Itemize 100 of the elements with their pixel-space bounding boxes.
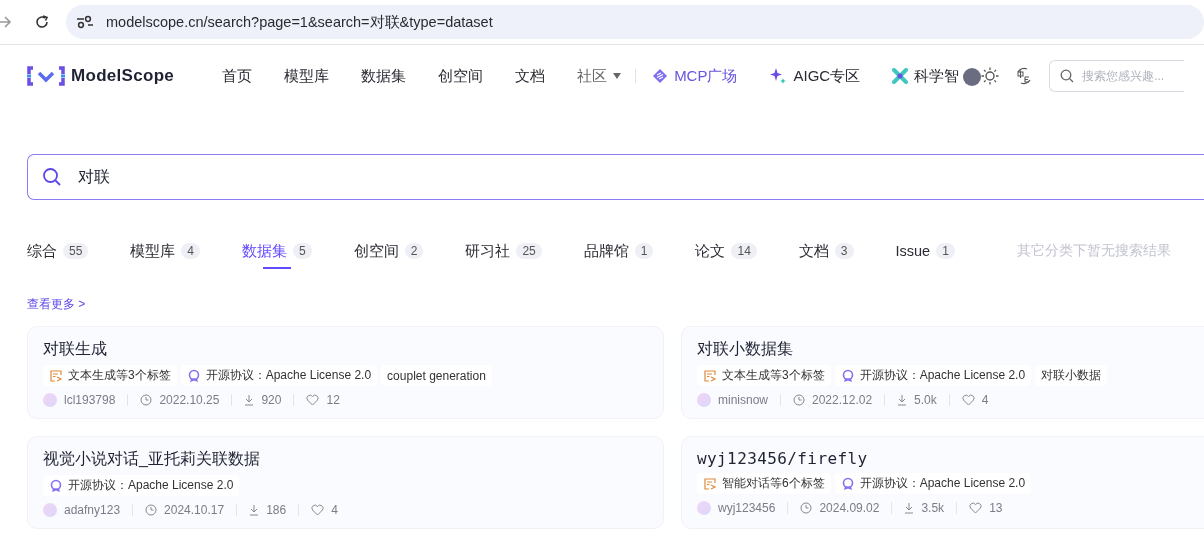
date: 2022.12.02 [812, 393, 873, 407]
tab[interactable]: 综合 55 [27, 235, 89, 267]
new-badge [963, 67, 982, 86]
search-query: 对联 [78, 166, 110, 187]
clock-icon [793, 394, 805, 406]
category-tag: 文本生成等3个标签 [43, 365, 177, 386]
tab[interactable]: 创空间 2 [353, 235, 424, 267]
nav-link[interactable]: 科学智 [914, 66, 960, 84]
download-count: 920 [261, 393, 282, 407]
count-badge: 2 [404, 243, 424, 259]
nav-link[interactable]: 模型库 [284, 66, 330, 86]
tag-list-icon [49, 368, 63, 383]
author-name: adafny123 [64, 503, 121, 517]
date: 2024.10.17 [164, 503, 225, 517]
count-badge: 25 [516, 243, 542, 259]
count-badge: 4 [181, 243, 201, 259]
author-name: minisnow [718, 393, 768, 407]
download-icon [897, 394, 908, 406]
download-icon [904, 502, 915, 514]
avatar-icon [697, 501, 711, 515]
nav-link[interactable]: 首页 [222, 66, 253, 86]
tab[interactable]: 模型库 4 [130, 235, 201, 267]
download-count: 5.0k [914, 393, 937, 407]
download-icon [249, 504, 260, 516]
count-badge: 1 [634, 243, 654, 259]
dataset-card[interactable]: wyj123456/firefly 智能对话等6个标签 开源协议：Apache License 2.0 wyj123456 2024.09.02 3.5k 13 [681, 436, 1204, 529]
tab[interactable]: 论文 14 [695, 235, 757, 267]
tab[interactable]: 品牌馆 1 [583, 235, 654, 267]
license-tag: 开源协议：Apache License 2.0 [43, 475, 240, 496]
dataset-title[interactable]: 对联生成 [43, 339, 648, 360]
badge-icon [840, 368, 855, 383]
count-badge: 1 [936, 243, 955, 259]
search-field[interactable]: 搜索您感兴趣... [1049, 60, 1185, 92]
clock-icon [145, 504, 158, 516]
heart-icon [961, 394, 975, 406]
tab[interactable]: 研习社 25 [465, 235, 542, 267]
diamond-icon [652, 68, 669, 84]
badge-icon [186, 368, 201, 383]
heart-icon [306, 394, 320, 406]
search-input[interactable]: 搜索您感兴趣... [1082, 69, 1179, 83]
dataset-title[interactable]: 视觉小说对话_亚托莉关联数据 [43, 449, 648, 470]
avatar-icon [43, 503, 57, 517]
tab[interactable]: 文档 3 [798, 235, 854, 267]
badge-icon [840, 476, 855, 491]
no-results-note: 其它分类下暂无搜索结果 [1016, 242, 1171, 260]
dataset-card[interactable]: 对联小数据集 文本生成等3个标签 开源协议：Apache License 2.0 对联小数据 minisnow 2022.12.02 5.0k 4 [681, 326, 1204, 419]
search-icon [1060, 69, 1075, 83]
author-name: wyj123456 [718, 501, 776, 515]
category-tag: 智能对话等6个标签 [697, 473, 831, 494]
nav-link[interactable]: AIGC专区 [793, 66, 861, 86]
view-more-link[interactable]: 查看更多 > [27, 296, 86, 313]
like-count: 4 [331, 503, 338, 517]
like-count: 4 [981, 393, 989, 407]
date: 2024.09.02 [819, 501, 880, 515]
search-box[interactable]: 对联 [27, 154, 1204, 200]
dataset-title[interactable]: 对联小数据集 [697, 339, 1204, 360]
category-tag: 文本生成等3个标签 [697, 365, 831, 386]
license-tag: 开源协议：Apache License 2.0 [180, 365, 378, 386]
tab[interactable]: 数据集 5 [242, 235, 312, 267]
heart-icon [969, 502, 983, 514]
nav-link[interactable]: 数据集 [361, 66, 407, 86]
license-tag: 开源协议：Apache License 2.0 [834, 473, 1032, 494]
nav-link[interactable]: 创空间 [438, 66, 484, 86]
nav-link[interactable]: 社区 [577, 66, 608, 86]
heart-icon [311, 504, 325, 516]
clock-icon [800, 502, 813, 514]
logo-text[interactable]: ModelScope [71, 66, 175, 86]
avatar-icon [43, 393, 57, 407]
dataset-card[interactable]: 视觉小说对话_亚托莉关联数据 开源协议：Apache License 2.0 adafny123 2024.10.17 186 4 [27, 436, 664, 529]
sparkle-icon [769, 67, 788, 85]
tag-list-icon [703, 476, 717, 491]
nav-link[interactable]: 文档 [515, 66, 546, 86]
reload-icon[interactable] [34, 14, 50, 30]
dataset-card[interactable]: 对联生成 文本生成等3个标签 开源协议：Apache License 2.0 couplet generation lcl193798 2022.10.25 920 12 [27, 326, 664, 419]
author-name: lcl193798 [64, 393, 116, 407]
download-count: 186 [266, 503, 287, 517]
like-count: 13 [989, 501, 1003, 515]
forward-arrow-icon[interactable] [0, 15, 12, 29]
download-count: 3.5k [921, 501, 945, 515]
nav-link[interactable]: MCP广场 [674, 66, 738, 86]
search-icon [42, 167, 62, 187]
date: 2022.10.25 [159, 393, 220, 407]
tab[interactable]: Issue 1 [895, 235, 955, 267]
x-shape-icon [892, 68, 909, 84]
sun-icon[interactable] [981, 67, 1000, 85]
badge-icon [49, 478, 63, 493]
address-bar[interactable]: modelscope.cn/search?page=1&search=对联&type=dataset [66, 5, 1204, 39]
avatar-icon [697, 393, 711, 407]
tag-list-icon [703, 368, 717, 383]
like-count: 12 [326, 393, 340, 407]
dataset-title[interactable]: wyj123456/firefly [697, 449, 1204, 468]
clock-icon [140, 394, 153, 406]
license-tag: 开源协议：Apache License 2.0 [834, 365, 1032, 386]
count-badge: 3 [834, 243, 854, 259]
site-settings-icon[interactable] [76, 14, 94, 30]
tag: couplet generation [381, 365, 492, 386]
count-badge: 55 [63, 243, 89, 259]
download-icon [244, 394, 255, 406]
tag: 对联小数据 [1035, 365, 1108, 386]
logo-icon[interactable] [27, 66, 65, 86]
